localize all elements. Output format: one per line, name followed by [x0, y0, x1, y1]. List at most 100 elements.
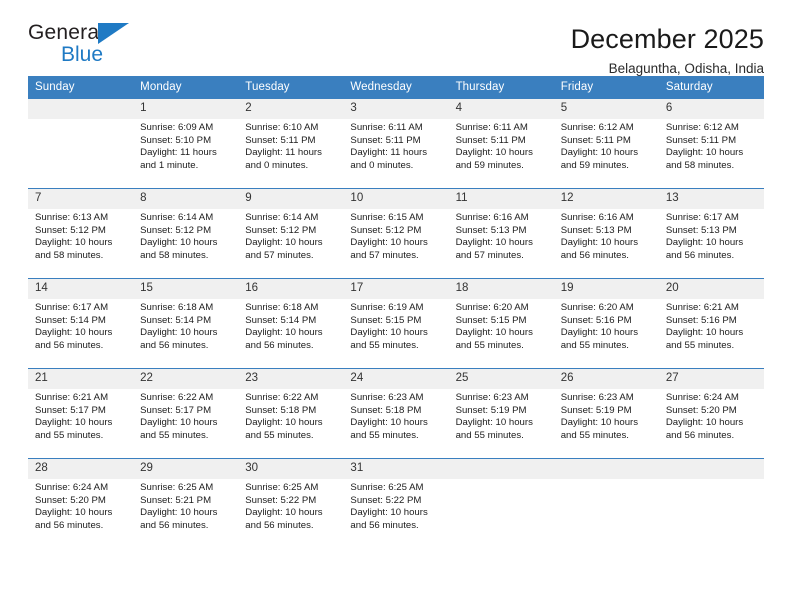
calendar-day-cell[interactable]: 12 Sunrise: 6:16 AM Sunset: 5:13 PM Dayligh… [553, 188, 659, 279]
day-number: 12 [553, 189, 659, 209]
day-number: 2 [238, 99, 344, 119]
sunrise-text: Sunrise: 6:09 AM [140, 122, 214, 133]
calendar-day-cell[interactable]: 18 Sunrise: 6:20 AM Sunset: 5:15 PM Dayligh… [448, 278, 554, 369]
sunset-text: Sunset: 5:12 PM [350, 224, 422, 236]
calendar-day-cell[interactable]: 10 Sunrise: 6:15 AM Sunset: 5:12 PM Dayligh… [343, 188, 449, 279]
day-details: Sunrise: 6:22 AM Sunset: 5:18 PM Daylight:… [238, 389, 343, 442]
sunset-text: Sunset: 5:14 PM [245, 314, 317, 326]
calendar-day-cell[interactable]: 1 Sunrise: 6:09 AM Sunset: 5:10 PM Daylight… [133, 99, 239, 189]
calendar-day-cell[interactable]: 29 Sunrise: 6:25 AM Sunset: 5:21 PM Dayligh… [133, 458, 239, 548]
calendar-day-cell[interactable]: 3 Sunrise: 6:11 AM Sunset: 5:11 PM Daylight… [343, 99, 449, 189]
calendar-day-cell[interactable]: 5 Sunrise: 6:12 AM Sunset: 5:11 PM Daylight… [553, 99, 659, 189]
day-number [658, 459, 764, 479]
daylight-text: Daylight: 11 hours and 0 minutes. [350, 147, 428, 171]
day-number: 19 [553, 279, 659, 299]
calendar-day-cell[interactable]: 17 Sunrise: 6:19 AM Sunset: 5:15 PM Dayligh… [343, 278, 449, 369]
daylight-text: Daylight: 10 hours and 56 minutes. [245, 327, 323, 351]
sunrise-text: Sunrise: 6:17 AM [35, 302, 109, 313]
weekday-header-sunday: Sunday [28, 76, 134, 99]
calendar-day-cell[interactable]: 2 Sunrise: 6:10 AM Sunset: 5:11 PM Daylight… [238, 99, 344, 189]
sunset-text: Sunset: 5:16 PM [560, 314, 632, 326]
sunset-text: Sunset: 5:12 PM [35, 224, 106, 236]
calendar-day-cell[interactable]: 6 Sunrise: 6:12 AM Sunset: 5:11 PM Daylight… [658, 99, 764, 189]
day-details: Sunrise: 6:16 AM Sunset: 5:13 PM Daylight:… [449, 209, 554, 262]
day-details: Sunrise: 6:22 AM Sunset: 5:17 PM Daylight:… [133, 389, 238, 442]
sunrise-text: Sunrise: 6:21 AM [35, 392, 109, 403]
sunrise-text: Sunrise: 6:11 AM [350, 122, 423, 133]
calendar-day-cell[interactable]: 7 Sunrise: 6:13 AM Sunset: 5:12 PM Daylight… [28, 188, 134, 279]
calendar-day-cell[interactable]: 30 Sunrise: 6:25 AM Sunset: 5:22 PM Dayligh… [238, 458, 344, 548]
calendar-header-row: Sunday Monday Tuesday Wednesday Thursday Frid… [28, 76, 764, 99]
weekday-header-saturday: Saturday [658, 76, 764, 99]
sunset-text: Sunset: 5:13 PM [455, 224, 527, 236]
calendar-day-cell[interactable]: 4 Sunrise: 6:11 AM Sunset: 5:11 PM Daylight… [448, 99, 554, 189]
calendar-day-cell[interactable]: 15 Sunrise: 6:18 AM Sunset: 5:14 PM Dayligh… [133, 278, 239, 369]
sunrise-text: Sunrise: 6:25 AM [350, 482, 424, 493]
calendar-day-cell[interactable]: 20 Sunrise: 6:21 AM Sunset: 5:16 PM Dayligh… [658, 278, 764, 369]
calendar-day-cell[interactable]: 11 Sunrise: 6:16 AM Sunset: 5:13 PM Dayligh… [448, 188, 554, 279]
day-number: 31 [343, 459, 449, 479]
calendar-day-cell-empty [658, 458, 764, 548]
day-number: 1 [133, 99, 239, 119]
sunrise-text: Sunrise: 6:15 AM [350, 212, 424, 223]
calendar-day-cell[interactable]: 16 Sunrise: 6:18 AM Sunset: 5:14 PM Dayligh… [238, 278, 344, 369]
calendar-day-cell[interactable]: 9 Sunrise: 6:14 AM Sunset: 5:12 PM Daylight… [238, 188, 344, 279]
day-number: 4 [448, 99, 554, 119]
page-header: General Blue December 2025 Belaguntha, O… [28, 0, 764, 76]
sunset-text: Sunset: 5:19 PM [455, 404, 527, 416]
weekday-header-thursday: Thursday [448, 76, 554, 99]
daylight-text: Daylight: 10 hours and 56 minutes. [245, 507, 323, 531]
day-number: 9 [238, 189, 344, 209]
sunrise-text: Sunrise: 6:23 AM [350, 392, 424, 403]
sunset-text: Sunset: 5:18 PM [350, 404, 422, 416]
daylight-text: Daylight: 10 hours and 58 minutes. [35, 237, 113, 261]
daylight-text: Daylight: 10 hours and 58 minutes. [665, 147, 744, 171]
sunrise-text: Sunrise: 6:13 AM [35, 212, 109, 223]
calendar-day-cell[interactable]: 21 Sunrise: 6:21 AM Sunset: 5:17 PM Dayligh… [28, 368, 134, 459]
day-details: Sunrise: 6:17 AM Sunset: 5:13 PM Daylight:… [659, 209, 764, 262]
day-details: Sunrise: 6:16 AM Sunset: 5:13 PM Daylight:… [554, 209, 659, 262]
sunrise-text: Sunrise: 6:14 AM [245, 212, 319, 223]
calendar-day-cell[interactable]: 25 Sunrise: 6:23 AM Sunset: 5:19 PM Dayligh… [448, 368, 554, 459]
calendar-day-cell[interactable]: 27 Sunrise: 6:24 AM Sunset: 5:20 PM Dayligh… [658, 368, 764, 459]
sunset-text: Sunset: 5:16 PM [665, 314, 737, 326]
sunset-text: Sunset: 5:11 PM [245, 134, 316, 146]
sunrise-text: Sunrise: 6:21 AM [665, 302, 739, 313]
sunset-text: Sunset: 5:20 PM [35, 494, 106, 506]
sunset-text: Sunset: 5:13 PM [665, 224, 737, 236]
calendar-week-row: 14 Sunrise: 6:17 AM Sunset: 5:14 PM Dayligh… [28, 278, 764, 369]
calendar-day-cell[interactable]: 23 Sunrise: 6:22 AM Sunset: 5:18 PM Dayligh… [238, 368, 344, 459]
sunrise-text: Sunrise: 6:10 AM [245, 122, 319, 133]
triangle-icon [98, 23, 129, 44]
calendar-day-cell[interactable]: 8 Sunrise: 6:14 AM Sunset: 5:12 PM Daylight… [133, 188, 239, 279]
sunset-text: Sunset: 5:14 PM [35, 314, 106, 326]
calendar-day-cell[interactable]: 22 Sunrise: 6:22 AM Sunset: 5:17 PM Dayligh… [133, 368, 239, 459]
calendar-day-cell[interactable]: 19 Sunrise: 6:20 AM Sunset: 5:16 PM Dayligh… [553, 278, 659, 369]
calendar-day-cell[interactable]: 31 Sunrise: 6:25 AM Sunset: 5:22 PM Dayligh… [343, 458, 449, 548]
sunrise-text: Sunrise: 6:23 AM [455, 392, 529, 403]
day-number: 14 [28, 279, 134, 299]
day-details: Sunrise: 6:11 AM Sunset: 5:11 PM Daylight:… [449, 119, 554, 172]
daylight-text: Daylight: 10 hours and 56 minutes. [140, 507, 218, 531]
day-details: Sunrise: 6:23 AM Sunset: 5:19 PM Daylight:… [554, 389, 659, 442]
sunrise-text: Sunrise: 6:12 AM [665, 122, 739, 133]
brand-name-general: General [28, 21, 105, 44]
page-subtitle: Belaguntha, Odisha, India [608, 61, 764, 77]
sunrise-text: Sunrise: 6:14 AM [140, 212, 214, 223]
calendar-day-cell[interactable]: 26 Sunrise: 6:23 AM Sunset: 5:19 PM Dayligh… [553, 368, 659, 459]
calendar-day-cell[interactable]: 24 Sunrise: 6:23 AM Sunset: 5:18 PM Dayligh… [343, 368, 449, 459]
calendar-day-cell[interactable]: 13 Sunrise: 6:17 AM Sunset: 5:13 PM Dayligh… [658, 188, 764, 279]
calendar-day-cell[interactable]: 14 Sunrise: 6:17 AM Sunset: 5:14 PM Dayligh… [28, 278, 134, 369]
sunset-text: Sunset: 5:20 PM [665, 404, 737, 416]
day-details: Sunrise: 6:21 AM Sunset: 5:17 PM Daylight:… [28, 389, 133, 442]
calendar-day-cell[interactable]: 28 Sunrise: 6:24 AM Sunset: 5:20 PM Dayligh… [28, 458, 134, 548]
brand-logo[interactable]: General Blue [28, 22, 138, 72]
day-number: 8 [133, 189, 239, 209]
day-details: Sunrise: 6:20 AM Sunset: 5:15 PM Daylight:… [449, 299, 554, 352]
daylight-text: Daylight: 10 hours and 58 minutes. [140, 237, 218, 261]
sunrise-text: Sunrise: 6:20 AM [455, 302, 529, 313]
day-number: 30 [238, 459, 344, 479]
day-number: 22 [133, 369, 239, 389]
sunrise-text: Sunrise: 6:16 AM [455, 212, 529, 223]
day-number: 20 [658, 279, 764, 299]
